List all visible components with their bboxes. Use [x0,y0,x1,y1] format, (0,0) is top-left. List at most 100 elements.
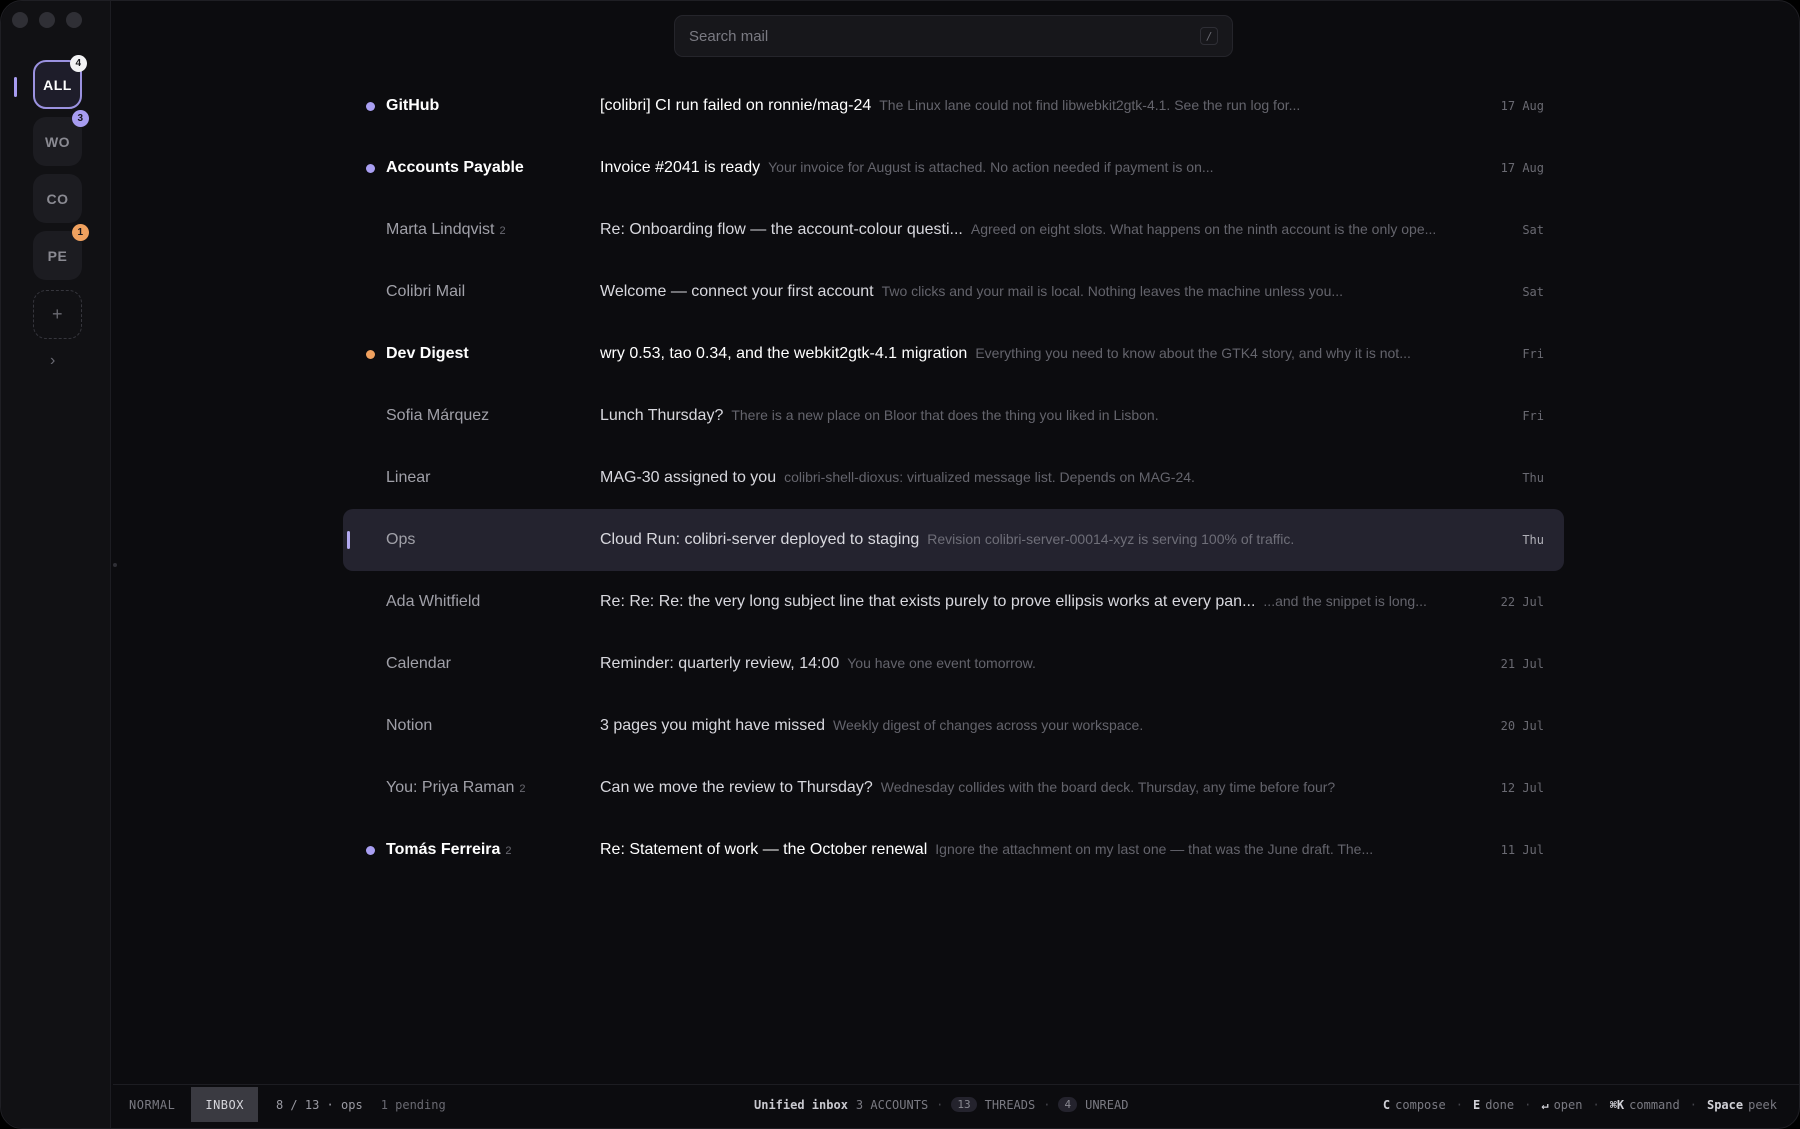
message-sender: Colibri Mail [386,283,586,301]
account-wo-button[interactable]: WO 3 [33,110,89,166]
selection-indicator [347,531,350,549]
search-input[interactable] [689,27,1200,45]
message-content: Re: Re: Re: the very long subject line t… [600,593,1474,611]
separator: · [936,1097,944,1112]
account-all-button[interactable]: ALL 4 [33,55,87,109]
message-sender: Ops [386,531,586,549]
message-content: Lunch Thursday? There is a new place on B… [600,407,1474,425]
minimize-window-icon[interactable] [39,12,55,28]
zoom-window-icon[interactable] [66,12,82,28]
account-pe-button[interactable]: PE 1 [33,224,89,280]
message-row[interactable]: Colibri Mail Welcome — connect your first… [343,261,1564,323]
unread-dot-icon [366,164,375,173]
close-window-icon[interactable] [12,12,28,28]
message-row[interactable]: You: Priya Raman 2 Can we move the review … [343,757,1564,819]
message-content: wry 0.53, tao 0.34, and the webkit2gtk-4… [600,345,1474,363]
threads-label: THREADS [984,1097,1036,1112]
threads-count-badge: 13 [951,1097,977,1112]
message-content: MAG-30 assigned to you colibri-shell-diox… [600,469,1474,487]
sender-name: Marta Lindqvist [386,221,495,238]
message-sender: You: Priya Raman 2 [386,779,586,797]
message-row[interactable]: Marta Lindqvist 2 Re: Onboarding flow — th… [343,199,1564,261]
message-row[interactable]: GitHub [colibri] CI run failed on ronnie/… [343,75,1564,137]
message-snippet: colibri-shell-dioxus: virtualized messag… [784,469,1195,485]
hint-open[interactable]: ↵ open [1541,1098,1582,1112]
message-sender: Sofia Márquez [386,407,586,425]
resize-handle[interactable] [113,563,117,567]
status-bar: NORMAL INBOX 8 / 13 · ops 1 pending Unif… [113,1084,1799,1124]
message-sender: Accounts Payable [386,159,586,177]
message-row[interactable]: Dev Digest wry 0.53, tao 0.34, and the we… [343,323,1564,385]
message-snippet: Agreed on eight slots. What happens on t… [970,221,1437,237]
message-content: 3 pages you might have missed Weekly dige… [600,717,1474,735]
hint-compose[interactable]: Ccompose [1383,1098,1446,1112]
sender-name: Ops [386,531,416,548]
message-subject: Can we move the review to Thursday? [600,779,873,796]
message-snippet: Everything you need to know about the GT… [975,345,1411,361]
sender-name: Colibri Mail [386,283,466,300]
message-snippet: ...and the snippet is long... [1263,593,1427,609]
message-date: 22 Jul [1500,595,1544,609]
sender-name: Sofia Márquez [386,407,490,424]
message-sender: Marta Lindqvist 2 [386,221,586,239]
message-list: GitHub [colibri] CI run failed on ronnie/… [343,75,1564,881]
message-row[interactable]: Accounts Payable Invoice #2041 is ready Yo… [343,137,1564,199]
message-date: Thu [1522,471,1544,485]
search-shortcut-hint: / [1200,27,1218,45]
message-date: 21 Jul [1500,657,1544,671]
thread-count: 2 [505,845,512,857]
account-label: PE [47,247,68,264]
message-snippet: You have one event tomorrow. [847,655,1036,671]
message-date: 17 Aug [1500,161,1544,175]
account-co-button[interactable]: CO [33,174,82,223]
unread-label: UNREAD [1085,1097,1129,1112]
unread-dot-icon [366,846,375,855]
thread-count: 2 [519,783,526,795]
account-label: CO [46,190,69,207]
message-sender: Dev Digest [386,345,586,363]
hint-peek[interactable]: Space peek [1707,1098,1777,1112]
message-content: Can we move the review to Thursday? Wedne… [600,779,1474,797]
message-snippet: Ignore the attachment on my last one — t… [935,841,1374,857]
message-subject: Cloud Run: colibri-server deployed to st… [600,531,920,548]
message-content: Reminder: quarterly review, 14:00 You hav… [600,655,1474,673]
message-row[interactable]: Ada Whitfield Re: Re: Re: the very long s… [343,571,1564,633]
message-subject: Welcome — connect your first account [600,283,874,300]
message-sender: GitHub [386,97,586,115]
sender-name: Dev Digest [386,345,469,362]
message-snippet: There is a new place on Bloor that does … [731,407,1159,423]
message-content: Invoice #2041 is ready Your invoice for A… [600,159,1474,177]
message-date: Sat [1522,285,1544,299]
unread-count-badge: 4 [1058,1097,1078,1112]
message-subject: [colibri] CI run failed on ronnie/mag-24 [600,97,872,114]
sender-name: Tomás Ferreira [386,841,501,858]
thread-count: 2 [499,225,506,237]
message-content: Re: Onboarding flow — the account-colour… [600,221,1474,239]
search-bar[interactable]: / [674,15,1233,57]
message-row[interactable]: Ops Cloud Run: colibri-server deployed to… [343,509,1564,571]
message-date: 12 Jul [1500,781,1544,795]
hint-done[interactable]: Edone [1473,1098,1514,1112]
sender-name: Accounts Payable [386,159,524,176]
hint-label: command [1629,1097,1680,1112]
message-row[interactable]: Linear MAG-30 assigned to you colibri-shel… [343,447,1564,509]
expand-sidebar-chevron-icon[interactable]: › [50,352,55,370]
message-row[interactable]: Notion 3 pages you might have missed Weekl… [343,695,1564,757]
message-sender: Ada Whitfield [386,593,586,611]
message-row[interactable]: Sofia Márquez Lunch Thursday? There is a n… [343,385,1564,447]
add-account-button[interactable]: + [33,290,82,339]
unread-dot-icon [366,350,375,359]
message-row[interactable]: Calendar Reminder: quarterly review, 14:0… [343,633,1564,695]
hint-command[interactable]: ⌘K command [1610,1098,1680,1112]
hint-label: compose [1395,1097,1446,1112]
message-date: Fri [1522,347,1544,361]
mail-window: ALL 4 WO3 CO PE1 + › / GitHub [colibri] CI ru… [0,0,1800,1129]
unread-badge: 4 [70,55,87,72]
unread-dot-icon [366,102,375,111]
pending-indicator: 1 pending [380,1097,446,1112]
message-content: Welcome — connect your first account Two … [600,283,1474,301]
message-date: Sat [1522,223,1544,237]
hint-key: E [1472,1097,1481,1112]
message-snippet: The Linux lane could not find libwebkit2… [879,97,1301,113]
message-row[interactable]: Tomás Ferreira 2 Re: Statement of work — t… [343,819,1564,881]
